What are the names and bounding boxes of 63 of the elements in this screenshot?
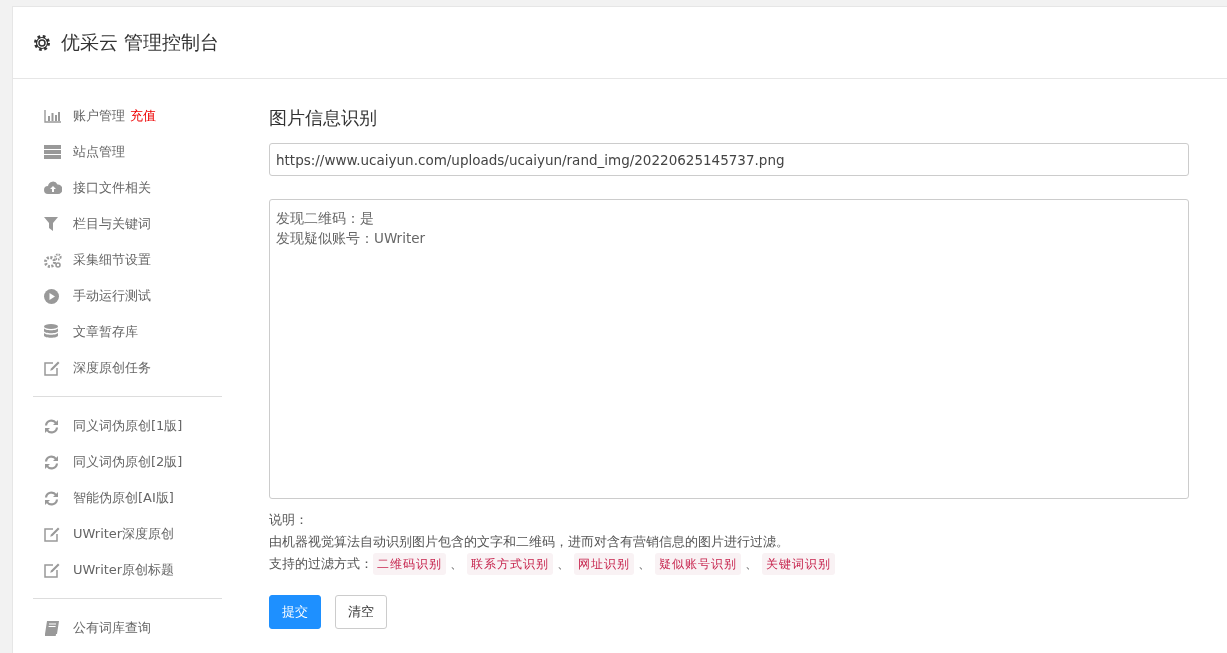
- separator: 、: [638, 555, 651, 573]
- item-label: 公有词库查询: [73, 619, 151, 637]
- sidebar-item[interactable]: 智能伪原创[AI版]: [33, 480, 222, 516]
- app-title: 优采云 管理控制台: [61, 29, 220, 55]
- url-field[interactable]: https://www.ucaiyun.com/uploads/ucaiyun/rand_img/20220625145737.png: [269, 143, 1189, 176]
- result-line: 发现二维码：是: [276, 209, 375, 228]
- filter-tag: 疑似账号识别: [655, 553, 741, 575]
- item-label: 采集细节设置: [73, 251, 151, 269]
- edit-icon: [44, 562, 60, 578]
- filters-label: 支持的过滤方式：: [269, 555, 373, 573]
- sidebar-item[interactable]: 站点管理: [33, 134, 222, 170]
- item-label: 同义词伪原创[1版]: [73, 417, 183, 435]
- filter-tag: 二维码识别: [373, 553, 446, 575]
- refresh-icon: [44, 454, 59, 470]
- result-line: 发现疑似账号：UWriter: [276, 229, 427, 248]
- sidebar-item[interactable]: 采集细节设置: [33, 242, 222, 278]
- sidebar-item[interactable]: 手动运行测试: [33, 278, 222, 314]
- item-label: 手动运行测试: [73, 287, 151, 305]
- sidebar-item[interactable]: 深度原创任务: [33, 350, 222, 386]
- refresh-icon: [44, 418, 59, 434]
- sidebar-item[interactable]: 同义词伪原创[1版]: [33, 408, 222, 444]
- item-label: 智能伪原创[AI版]: [73, 489, 174, 507]
- sidebar-item[interactable]: 公有词库查询: [33, 610, 222, 646]
- item-label: 文章暂存库: [73, 323, 138, 341]
- item-label: UWriter原创标题: [73, 561, 175, 579]
- section-title: 图片信息识别: [269, 106, 378, 130]
- bar-chart-icon: [44, 109, 62, 123]
- item-label: 同义词伪原创[2版]: [73, 453, 183, 471]
- item-label: 栏目与关键词: [73, 215, 151, 233]
- sidebar-item[interactable]: 账户管理 充值: [33, 98, 222, 134]
- submit-button[interactable]: 提交: [269, 595, 321, 629]
- refresh-icon: [44, 490, 59, 506]
- filter-tag: 关键词识别: [762, 553, 835, 575]
- item-label: 深度原创任务: [73, 359, 151, 377]
- clear-button[interactable]: 清空: [335, 595, 387, 629]
- cloud-upload-icon: [44, 181, 62, 195]
- sidebar-item[interactable]: 栏目与关键词: [33, 206, 222, 242]
- separator: 、: [745, 555, 758, 573]
- result-area[interactable]: 发现二维码：是 发现疑似账号：UWriter: [269, 199, 1189, 499]
- separator: 、: [557, 555, 570, 573]
- filter-icon: [44, 217, 58, 231]
- item-label: UWriter深度原创: [73, 525, 175, 543]
- play-icon: [44, 288, 59, 304]
- description-text: 由机器视觉算法自动识别图片包含的文字和二维码，进而对含有营销信息的图片进行过滤。: [269, 533, 790, 551]
- item-label: 接口文件相关: [73, 179, 151, 197]
- settings-icon: [33, 33, 51, 52]
- sidebar-item[interactable]: 文章暂存库: [33, 314, 222, 350]
- sidebar-item[interactable]: UWriter原创标题: [33, 552, 222, 588]
- server-icon: [44, 145, 61, 159]
- filter-tag: 网址识别: [574, 553, 634, 575]
- filter-tag: 联系方式识别: [467, 553, 553, 575]
- edit-icon: [44, 526, 60, 542]
- book-icon: [44, 620, 59, 636]
- item-label: 站点管理: [73, 143, 125, 161]
- edit-icon: [44, 360, 60, 376]
- separator: 、: [450, 555, 463, 573]
- item-label: 账户管理: [73, 107, 125, 125]
- recharge-link[interactable]: 充值: [130, 107, 156, 125]
- notes-label: 说明：: [269, 511, 309, 529]
- sidebar-item[interactable]: 同义词伪原创[2版]: [33, 444, 222, 480]
- sidebar-item[interactable]: UWriter深度原创: [33, 516, 222, 552]
- sidebar-item[interactable]: 接口文件相关: [33, 170, 222, 206]
- database-icon: [44, 324, 58, 340]
